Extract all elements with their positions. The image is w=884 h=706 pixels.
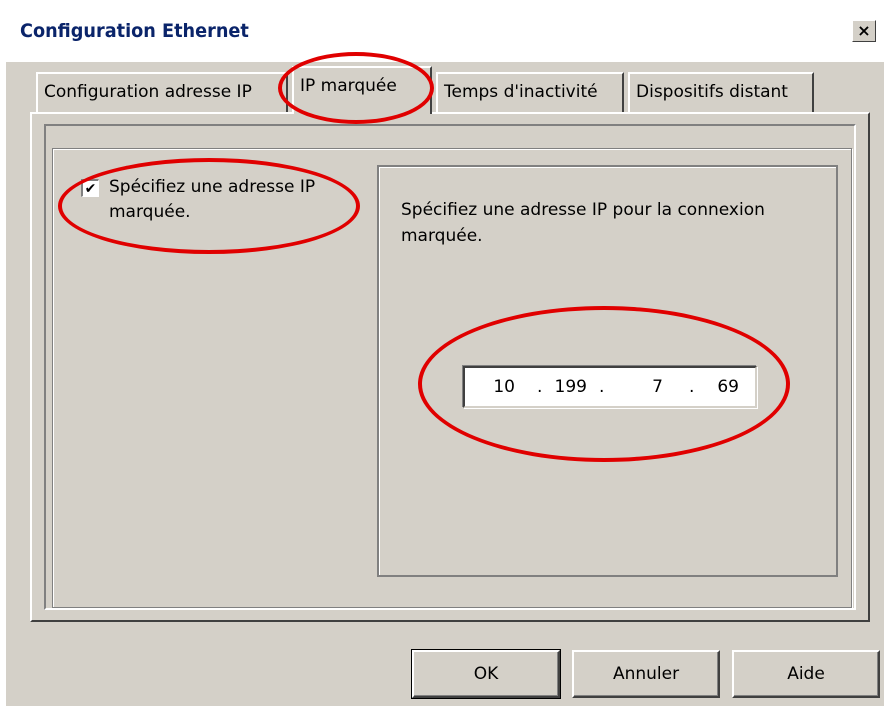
dialog-window: Configuration Ethernet × Configuration a… <box>0 0 884 706</box>
window-title: Configuration Ethernet <box>20 20 249 42</box>
tab-label: Dispositifs distant <box>636 82 788 102</box>
ip-panel: Spécifiez une adresse IP pour la connexi… <box>377 165 838 577</box>
dialog-body: Configuration adresse IP IP marquée Temp… <box>6 62 884 706</box>
tab-panel: ✔ Spécifiez une adresse IP marquée. Spéc… <box>30 112 870 622</box>
checkmark-icon: ✔ <box>84 180 97 197</box>
cancel-button[interactable]: Annuler <box>572 650 720 698</box>
tab-label: IP marquée <box>300 76 397 96</box>
ip-octet-1[interactable]: 10 <box>487 377 515 397</box>
title-bar: Configuration Ethernet × <box>6 0 884 62</box>
tab-label: Temps d'inactivité <box>444 82 598 102</box>
tab-dispositifs-distant[interactable]: Dispositifs distant <box>628 72 814 112</box>
ok-button-label: OK <box>473 664 499 684</box>
help-button-label: Aide <box>787 664 825 684</box>
ip-address-field[interactable]: 10 . 199 . 7 . 69 <box>463 366 757 408</box>
tab-temps-inactivite[interactable]: Temps d'inactivité <box>436 72 624 112</box>
ip-separator: . <box>537 377 543 397</box>
ip-octet-2[interactable]: 199 <box>545 377 587 397</box>
tab-ip-marquee[interactable]: IP marquée <box>292 66 432 114</box>
ip-separator: . <box>689 377 695 397</box>
specify-ip-checkbox[interactable]: ✔ <box>81 179 99 197</box>
close-button[interactable]: × <box>852 20 876 42</box>
specify-ip-label: Spécifiez une adresse IP marquée. <box>109 177 316 222</box>
ip-separator: . <box>599 377 605 397</box>
ip-panel-description: Spécifiez une adresse IP pour la connexi… <box>401 200 765 246</box>
close-icon: × <box>857 21 871 40</box>
ok-button[interactable]: OK <box>411 649 561 699</box>
specify-ip-checkbox-row[interactable]: ✔ Spécifiez une adresse IP marquée. <box>81 175 341 225</box>
cancel-button-label: Annuler <box>612 664 680 684</box>
ip-octet-3[interactable]: 7 <box>621 377 663 397</box>
tab-label: Configuration adresse IP <box>44 82 252 102</box>
help-button[interactable]: Aide <box>732 650 880 698</box>
settings-group: ✔ Spécifiez une adresse IP marquée. Spéc… <box>52 148 852 608</box>
ip-octet-4[interactable]: 69 <box>701 377 739 397</box>
tab-configuration-adresse-ip[interactable]: Configuration adresse IP <box>36 72 288 112</box>
